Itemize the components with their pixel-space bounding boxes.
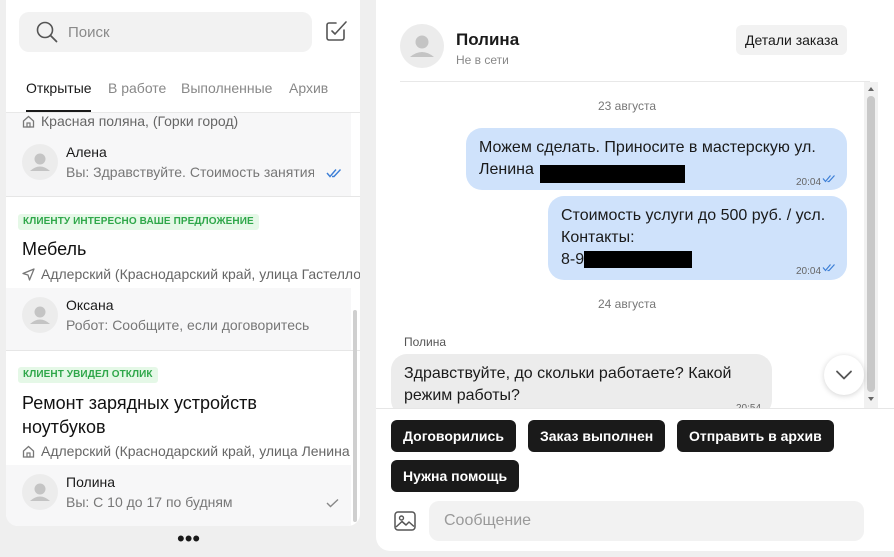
message-text: режим работы?	[404, 387, 520, 404]
message-scrollbar[interactable]	[864, 82, 878, 408]
order-list: Красная поляна, (Горки город) Алена Вы: …	[6, 113, 360, 526]
message-sender: Полина	[404, 335, 447, 349]
divider	[376, 408, 894, 409]
house-icon	[22, 115, 35, 128]
order-location: Адлерский (Краснодарский край, улица Лен…	[22, 443, 350, 459]
scrollbar-thumb[interactable]	[867, 96, 875, 392]
chat-contact-name: Полина	[66, 474, 116, 490]
order-tabs: Открытые В работе Выполненные Архив	[6, 70, 360, 112]
message-text: 8-9	[561, 251, 585, 268]
search-icon	[36, 21, 58, 43]
double-check-icon	[822, 175, 835, 183]
status-badge: КЛИЕНТУ ИНТЕРЕСНО ВАШЕ ПРЕДЛОЖЕНИЕ	[18, 214, 259, 230]
order-title-line-1[interactable]: Ремонт зарядных устройств	[22, 391, 257, 415]
navigation-arrow-icon	[22, 268, 35, 281]
scroll-to-bottom-button[interactable]	[824, 355, 864, 395]
divider	[6, 350, 360, 351]
order-details-button[interactable]: Детали заказа	[736, 25, 848, 55]
agreed-button[interactable]: Договорились	[391, 420, 516, 452]
message-list: 23 августа Можем сделать. Приносите в ма…	[376, 82, 878, 408]
user-icon	[30, 153, 50, 171]
message-text: Контакты:	[561, 229, 635, 246]
order-completed-button[interactable]: Заказ выполнен	[528, 420, 666, 452]
tab-archive[interactable]: Архив	[289, 80, 328, 96]
chat-last-message: Робот: Сообщите, если договоритесь разм	[66, 317, 314, 333]
message-bubble-outgoing[interactable]: Можем сделать. Приносите в мастерскую ул…	[466, 128, 847, 190]
archive-button[interactable]: Отправить в архив	[677, 420, 834, 452]
list-scrollbar[interactable]	[353, 310, 357, 522]
double-check-icon	[326, 169, 342, 178]
divider	[6, 196, 360, 197]
user-icon	[30, 306, 50, 324]
check-icon	[326, 498, 339, 508]
tab-open[interactable]: Открытые	[26, 80, 92, 96]
compose-icon[interactable]	[324, 19, 348, 43]
chat-contact-name: Полина	[456, 30, 520, 49]
avatar	[22, 474, 58, 510]
order-title[interactable]: Мебель	[22, 237, 86, 261]
search-box[interactable]	[19, 12, 312, 52]
message-time: 20:04	[796, 266, 822, 277]
message-time: 20:04	[796, 177, 822, 188]
search-input[interactable]	[68, 12, 298, 52]
message-text: Ленина	[479, 161, 534, 178]
message-bubble-outgoing[interactable]: Стоимость услуги до 500 руб. / усл. Конт…	[548, 196, 847, 280]
house-icon	[22, 445, 35, 458]
orders-panel: Открытые В работе Выполненные Архив Крас…	[6, 0, 360, 526]
message-input[interactable]	[429, 501, 864, 541]
online-status: Не в сети	[456, 53, 509, 67]
tab-in-progress[interactable]: В работе	[108, 80, 166, 96]
need-help-button[interactable]: Нужна помощь	[391, 460, 520, 492]
scroll-down-arrow-icon[interactable]	[868, 397, 874, 401]
message-time: 20:54	[736, 398, 761, 408]
scroll-up-arrow-icon[interactable]	[868, 87, 874, 91]
chat-contact-name: Оксана	[66, 297, 114, 313]
chat-panel: Полина Не в сети Детали заказа 23 август…	[376, 0, 894, 551]
user-icon	[410, 35, 434, 57]
tab-completed[interactable]: Выполненные	[181, 80, 272, 96]
order-location: Красная поляна, (Горки город)	[22, 113, 238, 129]
chevron-down-icon	[836, 370, 852, 380]
message-text: Можем сделать. Приносите в мастерскую ул…	[479, 139, 816, 156]
status-badge: КЛИЕНТ УВИДЕЛ ОТКЛИК	[18, 367, 158, 383]
message-bubble-incoming[interactable]: Здравствуйте, до скольки работаете? Како…	[391, 354, 772, 408]
redacted-text	[584, 251, 692, 268]
date-separator: 23 августа	[597, 99, 656, 113]
date-separator: 24 августа	[597, 297, 656, 311]
avatar	[22, 144, 58, 180]
message-text: Стоимость услуги до 500 руб. / усл.	[561, 207, 826, 224]
chat-last-message: Вы: Здравствуйте. Стоимость занятия	[66, 164, 314, 180]
order-location: Адлерский (Краснодарский край, улица Гас…	[22, 266, 360, 282]
more-button[interactable]: •••	[177, 528, 200, 550]
redacted-text	[540, 165, 685, 183]
order-title-line-2[interactable]: ноутбуков	[22, 415, 106, 439]
double-check-icon	[822, 264, 835, 272]
chat-last-message: Вы: С 10 до 17 по будням	[66, 494, 233, 510]
user-icon	[30, 483, 50, 501]
avatar	[400, 24, 444, 68]
image-attach-icon[interactable]	[393, 509, 417, 533]
avatar	[22, 297, 58, 333]
chat-contact-name: Алена	[66, 144, 107, 160]
message-text: Здравствуйте, до скольки работаете? Како…	[404, 365, 732, 382]
